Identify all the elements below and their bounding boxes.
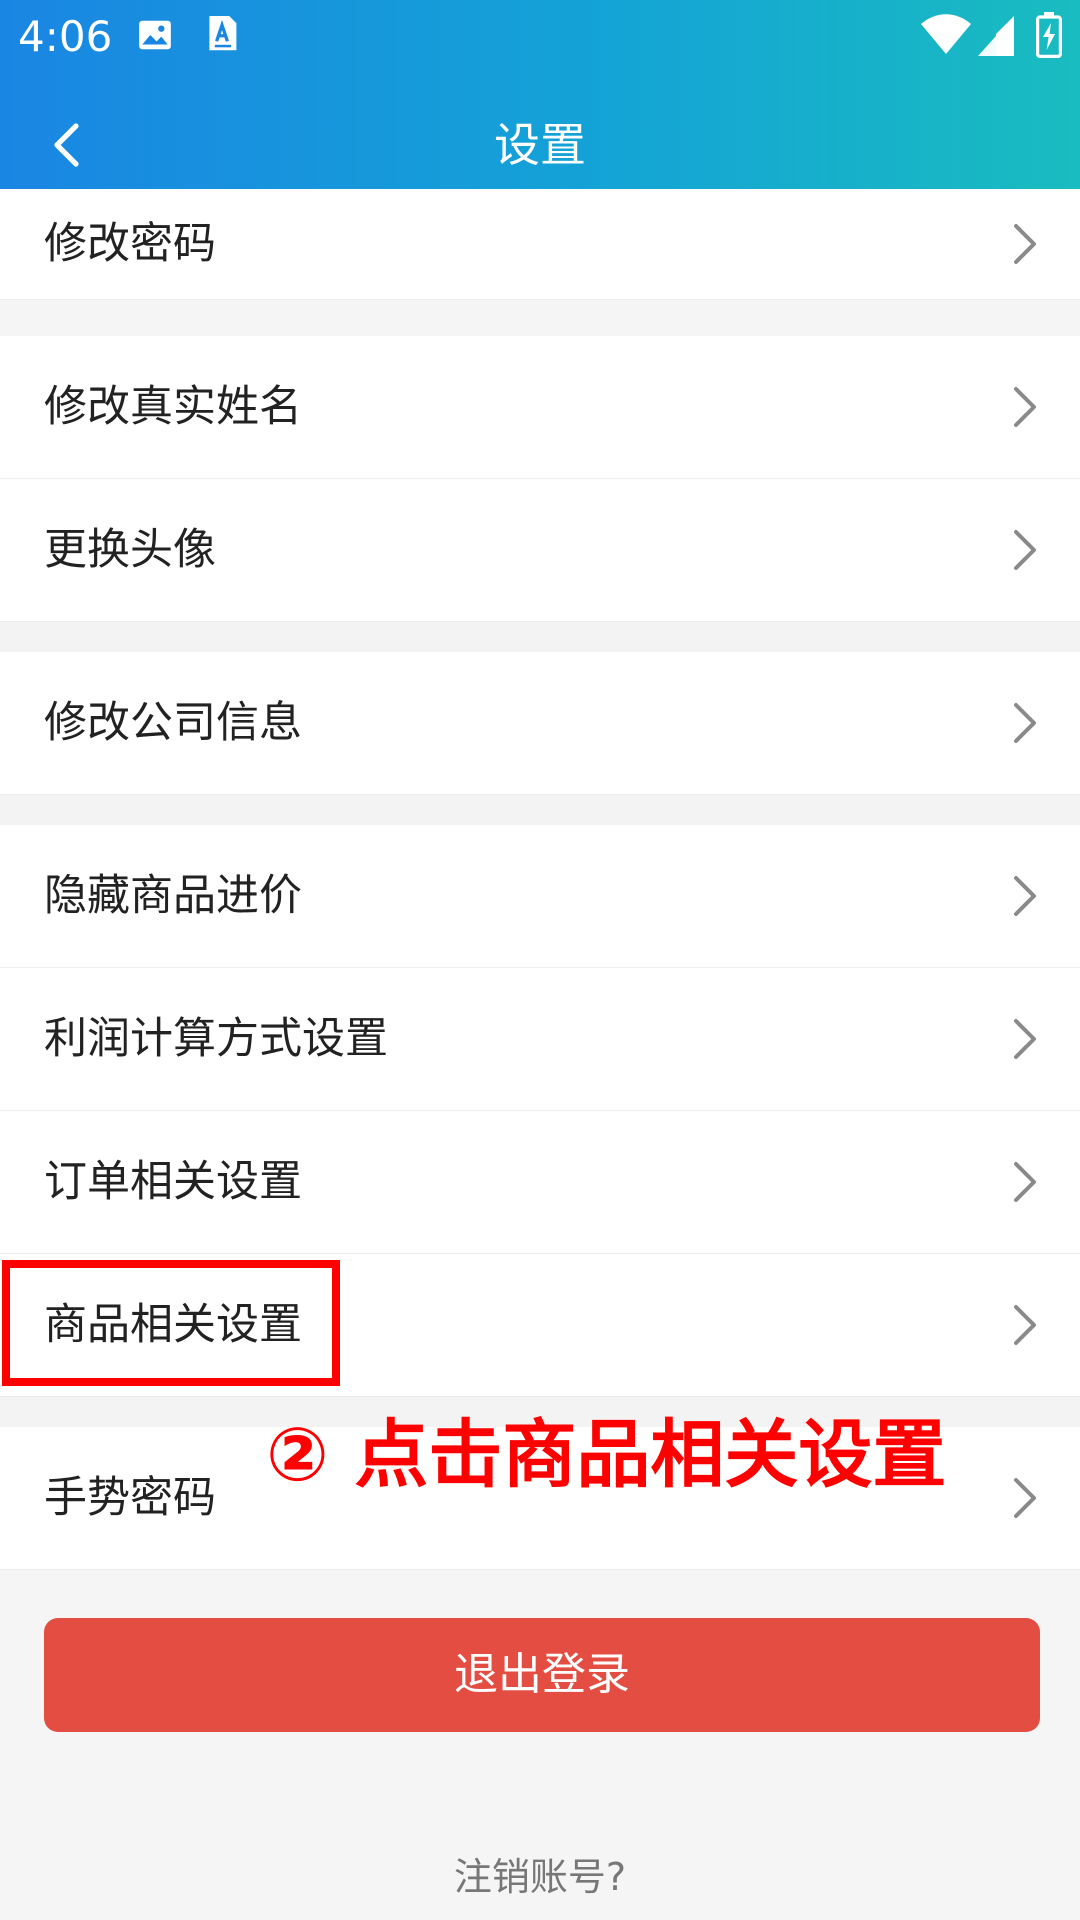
text-app-icon (209, 16, 237, 51)
page-title: 设置 (494, 118, 586, 172)
chevron-right-icon (1014, 1162, 1036, 1202)
settings-item-label: 手势密码 (44, 1473, 216, 1523)
section-divider (0, 622, 1080, 652)
settings-item-label: 修改真实姓名 (44, 382, 302, 432)
wifi-icon (921, 14, 971, 54)
highlight-frame (2, 1260, 340, 1386)
chevron-right-icon (1014, 876, 1036, 916)
section-divider (0, 795, 1080, 825)
signal-icon (978, 16, 1014, 56)
image-icon (139, 20, 171, 50)
battery-charging-icon (1036, 12, 1062, 58)
chevron-right-icon (1014, 1019, 1036, 1059)
settings-item-label: 隐藏商品进价 (44, 871, 302, 921)
settings-item-label: 更换头像 (44, 525, 216, 575)
settings-item-profit-method[interactable]: 利润计算方式设置 (0, 968, 1080, 1111)
settings-item-label: 利润计算方式设置 (44, 1014, 388, 1064)
settings-item-hide-purchase-price[interactable]: 隐藏商品进价 (0, 825, 1080, 968)
settings-item-change-password[interactable]: 修改密码 (0, 189, 1080, 300)
settings-item-label: 修改密码 (44, 219, 216, 269)
settings-item-order-settings[interactable]: 订单相关设置 (0, 1111, 1080, 1254)
chevron-right-icon (1014, 224, 1036, 264)
settings-item-change-avatar[interactable]: 更换头像 (0, 479, 1080, 622)
instruction-annotation: ② 点击商品相关设置 (266, 1412, 947, 1498)
chevron-right-icon (1014, 387, 1036, 427)
settings-item-label: 修改公司信息 (44, 698, 302, 748)
settings-item-label: 订单相关设置 (44, 1157, 302, 1207)
cancel-account-link[interactable]: 注销账号? (0, 1850, 1080, 1904)
settings-item-change-real-name[interactable]: 修改真实姓名 (0, 336, 1080, 479)
status-time: 4:06 (18, 12, 113, 61)
settings-item-company-info[interactable]: 修改公司信息 (0, 652, 1080, 795)
logout-button[interactable]: 退出登录 (44, 1618, 1040, 1732)
chevron-right-icon (1014, 1478, 1036, 1518)
chevron-right-icon (1014, 703, 1036, 743)
chevron-right-icon (1014, 1305, 1036, 1345)
chevron-right-icon (1014, 530, 1036, 570)
